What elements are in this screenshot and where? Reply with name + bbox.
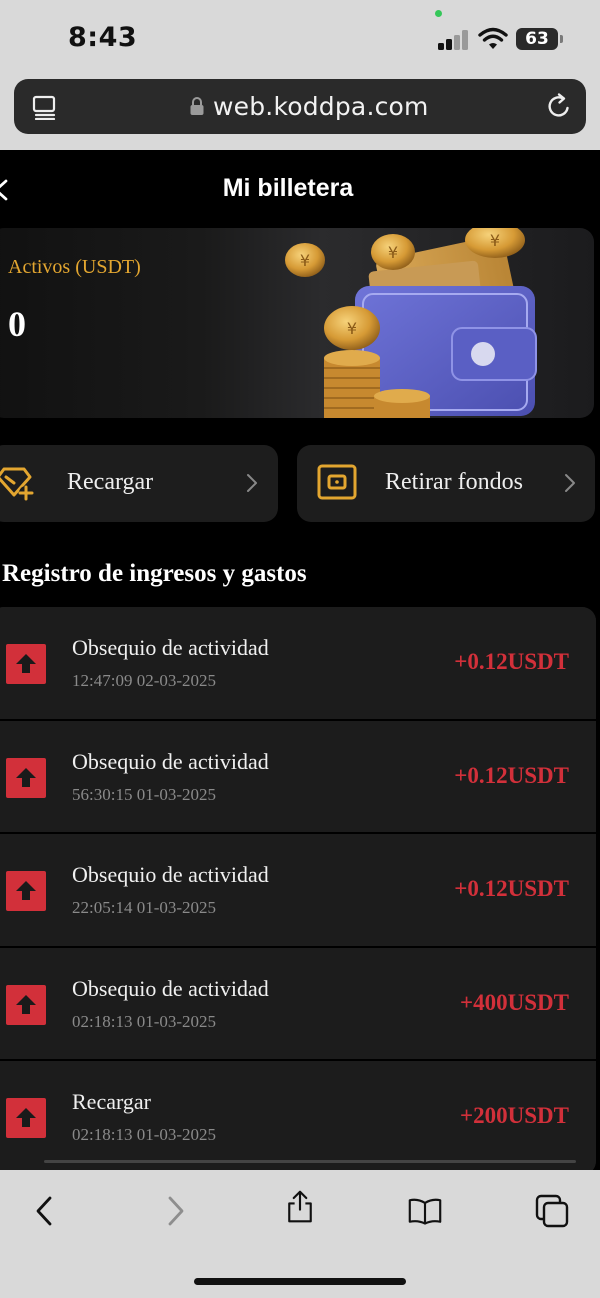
transaction-amount: +0.12USDT: [454, 876, 569, 901]
back-navigation-icon[interactable]: [28, 1194, 62, 1228]
transaction-row[interactable]: Obsequio de actividad 56:30:15 01-03-202…: [0, 720, 596, 834]
wallet-page: Mi billetera Activos (USDT) 0 ¥ ¥ ¥ ¥ Re…: [0, 150, 600, 1170]
transaction-time: 02:18:13 01-03-2025: [72, 1125, 217, 1144]
wallet-illustration: ¥ ¥ ¥ ¥: [285, 228, 537, 418]
browser-bottom-toolbar: [0, 1170, 600, 1298]
page-title: Mi billetera: [222, 174, 354, 202]
chevron-right-icon: [247, 474, 257, 492]
assets-label: Activos (USDT): [8, 256, 141, 278]
withdraw-icon: [317, 464, 357, 500]
svg-text:¥: ¥: [388, 243, 398, 262]
transaction-row[interactable]: Obsequio de actividad 12:47:09 02-03-202…: [0, 607, 596, 721]
withdraw-label: Retirar fondos: [385, 469, 523, 495]
transaction-row[interactable]: Recargar 02:18:13 01-03-2025 +200USDT: [0, 1061, 596, 1170]
svg-text:¥: ¥: [347, 319, 357, 338]
tab-overview-icon[interactable]: [535, 1194, 569, 1228]
records-title: Registro de ingresos y gastos: [2, 560, 307, 587]
svg-text:¥: ¥: [300, 251, 310, 270]
arrow-up-icon: [6, 757, 46, 798]
recharge-label: Recargar: [67, 469, 154, 495]
transaction-time: 02:18:13 01-03-2025: [72, 1011, 217, 1031]
transaction-name: Recargar: [72, 1089, 151, 1114]
browser-top-chrome: 8:43 63 web.koddpa.com: [0, 0, 600, 150]
wifi-icon: [478, 27, 508, 49]
arrow-up-icon: [6, 871, 46, 911]
battery-indicator: 63: [516, 28, 563, 50]
assets-value: 0: [8, 304, 26, 344]
scroll-indicator: [44, 1160, 576, 1163]
home-indicator: [194, 1278, 406, 1285]
chevron-right-icon: [565, 474, 575, 492]
transaction-name: Obsequio de actividad: [72, 748, 269, 774]
arrow-up-icon: [6, 1098, 46, 1138]
transaction-row[interactable]: Obsequio de actividad 02:18:13 01-03-202…: [0, 947, 596, 1061]
camera-indicator: [435, 10, 442, 17]
transaction-time: 22:05:14 01-03-2025: [72, 898, 217, 917]
cellular-signal-icon: [438, 30, 470, 50]
transaction-time: 12:47:09 02-03-2025: [72, 671, 217, 690]
transaction-amount: +200USDT: [460, 1103, 569, 1128]
forward-navigation-icon[interactable]: [158, 1194, 192, 1228]
status-time: 8:43: [68, 22, 138, 53]
reload-icon[interactable]: [545, 92, 573, 120]
bookmarks-icon[interactable]: [408, 1194, 442, 1228]
recharge-icon: [0, 467, 34, 501]
recharge-button[interactable]: Recargar: [0, 445, 278, 522]
arrow-up-icon: [6, 644, 46, 684]
transaction-name: Obsequio de actividad: [72, 975, 269, 1001]
transaction-name: Obsequio de actividad: [72, 635, 269, 660]
transaction-amount: +0.12USDT: [454, 649, 569, 674]
address-bar[interactable]: web.koddpa.com: [14, 79, 586, 134]
transaction-time: 56:30:15 01-03-2025: [72, 784, 217, 804]
lock-icon: [190, 97, 204, 115]
share-icon[interactable]: [283, 1190, 317, 1224]
transaction-row[interactable]: Obsequio de actividad 22:05:14 01-03-202…: [0, 834, 596, 948]
tabs-icon[interactable]: [32, 94, 58, 120]
arrow-up-icon: [6, 984, 46, 1025]
withdraw-button[interactable]: Retirar fondos: [297, 445, 595, 522]
transaction-amount: +0.12USDT: [454, 762, 569, 788]
transaction-name: Obsequio de actividad: [72, 862, 269, 887]
wallet-balance-card: Activos (USDT) 0 ¥ ¥ ¥ ¥: [0, 228, 594, 418]
transaction-list: Obsequio de actividad 12:47:09 02-03-202…: [0, 607, 596, 1170]
svg-text:¥: ¥: [490, 231, 500, 250]
transaction-amount: +400USDT: [460, 989, 569, 1015]
url-text[interactable]: web.koddpa.com: [213, 92, 429, 121]
